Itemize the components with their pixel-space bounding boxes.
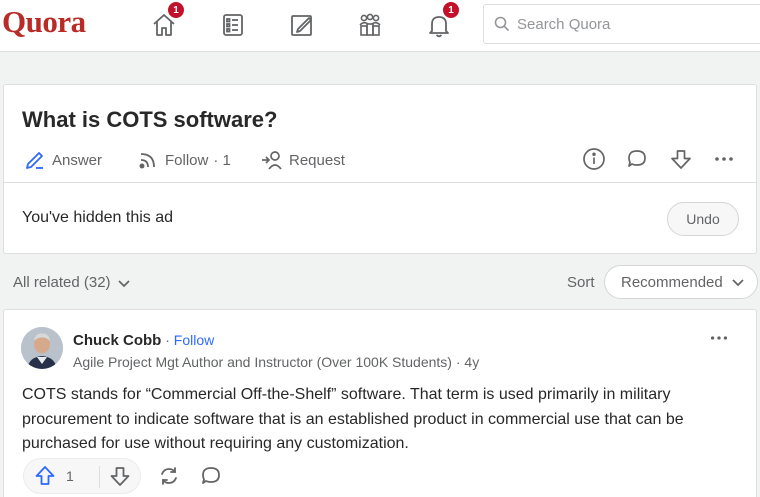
following-nav-button[interactable] <box>216 8 250 42</box>
share-refresh-icon <box>161 467 177 485</box>
author-credential: Agile Project Mgt Author and Instructor … <box>73 354 480 370</box>
upvote-icon <box>35 466 55 485</box>
undo-button[interactable]: Undo <box>667 202 739 236</box>
answer-icon <box>291 15 312 36</box>
share-button[interactable] <box>157 464 181 488</box>
comment-button[interactable] <box>623 145 651 173</box>
answer-more-button[interactable] <box>704 328 734 348</box>
more-horizontal-icon <box>710 336 728 340</box>
request-user-icon <box>262 151 282 170</box>
author-photo <box>21 327 63 369</box>
home-notification-badge: 1 <box>167 1 185 19</box>
request-button[interactable]: Request <box>261 147 345 173</box>
all-related-dropdown[interactable]: All related (32) <box>13 274 131 291</box>
answer-card: Chuck Cobb · Follow Agile Project Mgt Au… <box>3 309 757 497</box>
following-icon <box>223 14 243 36</box>
quora-logo[interactable]: Quora <box>2 4 86 40</box>
vote-pill: 1 <box>23 458 141 494</box>
author-avatar[interactable] <box>21 327 63 369</box>
pencil-icon <box>26 152 43 169</box>
spaces-nav-button[interactable] <box>353 8 387 42</box>
more-horizontal-icon <box>715 157 733 161</box>
info-button[interactable] <box>580 145 608 173</box>
notifications-nav-button[interactable]: 1 <box>422 1 460 42</box>
answer-nav-button[interactable] <box>285 8 319 42</box>
upvote-button[interactable]: 1 <box>34 465 74 487</box>
question-more-button[interactable] <box>710 145 738 173</box>
notifications-badge: 1 <box>442 1 460 19</box>
downvote-icon <box>110 467 130 486</box>
upvote-count: 1 <box>66 468 74 484</box>
answer-comment-button[interactable] <box>199 464 223 488</box>
vote-divider <box>99 466 100 488</box>
info-icon <box>583 148 605 170</box>
card-divider <box>4 182 756 183</box>
request-label: Request <box>289 151 345 169</box>
follow-feed-icon <box>139 153 155 169</box>
follow-author-link[interactable]: Follow <box>174 332 214 348</box>
home-nav-button[interactable]: 1 <box>147 1 185 42</box>
sort-label: Sort <box>567 274 595 291</box>
author-separator: · <box>161 332 174 348</box>
author-name[interactable]: Chuck Cobb <box>73 332 161 349</box>
question-card: What is COTS software? Answer Follow · 1… <box>3 84 757 254</box>
answer-label: Answer <box>52 151 103 169</box>
downvote-question-button[interactable] <box>667 145 695 173</box>
follow-label: Follow <box>165 151 209 169</box>
comment-icon <box>628 150 646 167</box>
author-line: Chuck Cobb · Follow <box>73 332 214 349</box>
downvote-answer-button[interactable] <box>109 465 131 492</box>
follow-count: · 1 <box>213 151 231 169</box>
comment-icon <box>202 467 220 484</box>
all-related-label: All related (32) <box>13 274 111 291</box>
chevron-down-icon <box>732 279 744 287</box>
answer-button[interactable]: Answer <box>24 147 102 173</box>
search-box[interactable] <box>483 4 760 44</box>
search-icon <box>494 16 510 32</box>
follow-question-button[interactable]: Follow · 1 <box>137 147 231 173</box>
question-title[interactable]: What is COTS software? <box>22 107 277 133</box>
chevron-down-icon <box>117 279 130 287</box>
sort-dropdown[interactable]: Recommended <box>604 265 758 299</box>
sort-value: Recommended <box>621 273 723 291</box>
downvote-icon <box>671 150 691 169</box>
top-navigation-bar: Quora 1 1 <box>0 0 760 52</box>
search-input[interactable] <box>517 13 757 35</box>
answer-text: COTS stands for “Commercial Off-the-Shel… <box>22 386 684 452</box>
spaces-icon <box>359 13 381 36</box>
hidden-ad-message: You've hidden this ad <box>22 209 174 226</box>
